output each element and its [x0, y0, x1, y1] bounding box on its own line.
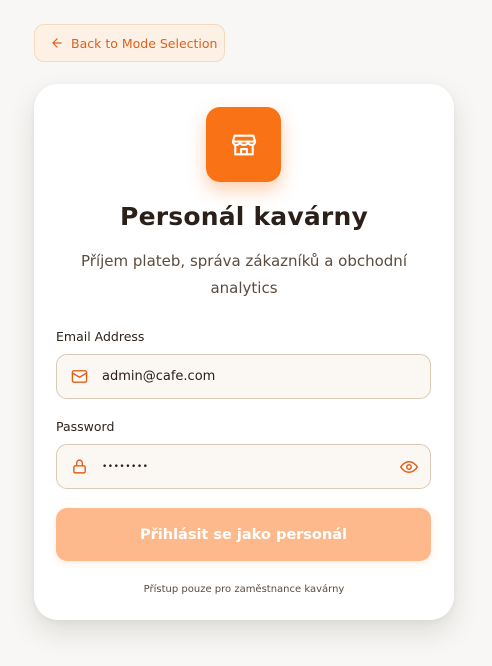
lock-icon — [73, 459, 86, 474]
email-label: Email Address — [56, 329, 145, 344]
email-field[interactable] — [102, 369, 430, 384]
page-title: Personál kavárny — [120, 202, 368, 231]
logo-badge — [206, 107, 281, 182]
password-field[interactable] — [102, 461, 400, 472]
page-subtitle: Příjem plateb, správa zákazníků a obchod… — [81, 252, 407, 297]
back-to-mode-selection-button[interactable]: Back to Mode Selection — [34, 24, 225, 62]
access-note: Přístup pouze pro zaměstnance kavárny — [143, 584, 345, 595]
login-staff-button[interactable]: Přihlásit se jako personál — [56, 508, 431, 561]
password-label: Password — [56, 419, 115, 434]
back-button-label: Back to Mode Selection — [71, 35, 218, 51]
store-icon — [231, 134, 256, 155]
mail-icon — [71, 370, 88, 383]
login-card: Personál kavárny Příjem plateb, správa z… — [34, 84, 454, 620]
eye-icon[interactable] — [400, 458, 418, 476]
email-field-wrapper[interactable] — [56, 354, 431, 399]
arrow-left-icon — [52, 38, 62, 48]
password-field-wrapper[interactable] — [56, 444, 431, 489]
